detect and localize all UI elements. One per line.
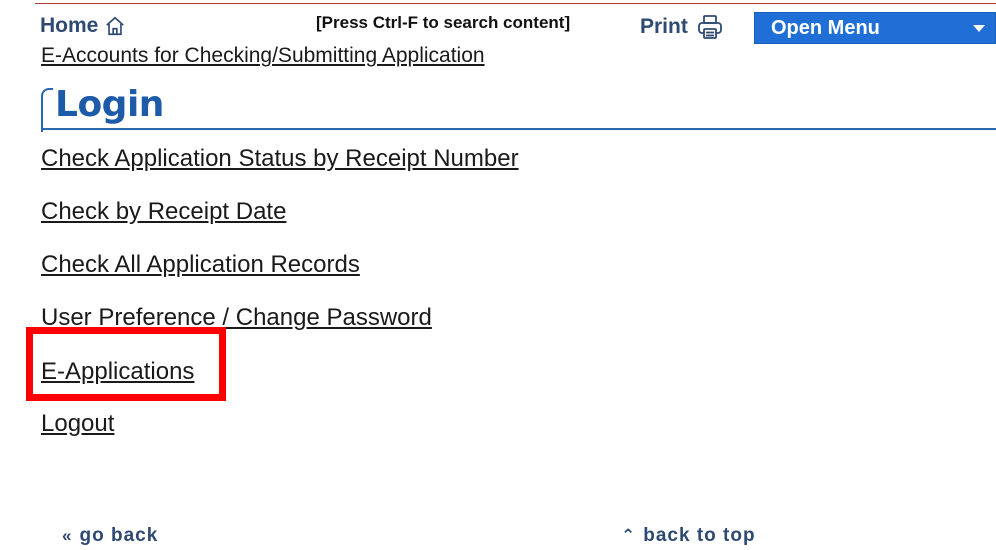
double-chevron-up-icon: ⌃ [621,526,637,545]
header-rule [41,128,996,130]
eaccounts-link[interactable]: E-Accounts for Checking/Submitting Appli… [41,44,485,68]
printer-icon [696,14,724,40]
check-status-by-receipt-link[interactable]: Check Application Status by Receipt Numb… [41,145,519,172]
back-to-top-link[interactable]: ⌃ back to top [621,525,756,547]
menu-item: Check by Receipt Date [41,198,519,251]
open-menu-button[interactable]: Open Menu [754,12,996,44]
header-bracket [41,88,53,132]
back-to-top-label: back to top [643,525,756,546]
top-border [0,0,996,4]
check-all-records-link[interactable]: Check All Application Records [41,251,360,278]
account-menu-list: Check Application Status by Receipt Numb… [41,145,519,463]
home-link[interactable]: Home [40,14,126,38]
home-icon [104,15,126,37]
home-label: Home [40,14,99,37]
open-menu-label: Open Menu [771,16,880,39]
double-chevron-left-icon: « [62,526,73,545]
logout-link[interactable]: Logout [41,410,114,437]
menu-item: Logout [41,410,519,463]
search-hint: [Press Ctrl-F to search content] [316,13,571,32]
menu-item: Check All Application Records [41,251,519,304]
chevron-down-icon [973,25,985,32]
e-applications-link[interactable]: E-Applications [41,358,194,386]
go-back-link[interactable]: « go back [62,525,158,547]
page-title: Login [55,84,164,125]
section-header: Login [41,82,996,132]
page: Home [Press Ctrl-F to search content] Pr… [0,0,996,550]
print-link[interactable]: Print [640,14,724,40]
menu-item: Check Application Status by Receipt Numb… [41,145,519,198]
check-by-receipt-date-link[interactable]: Check by Receipt Date [41,198,286,225]
go-back-label: go back [79,525,159,546]
print-label: Print [640,15,688,38]
